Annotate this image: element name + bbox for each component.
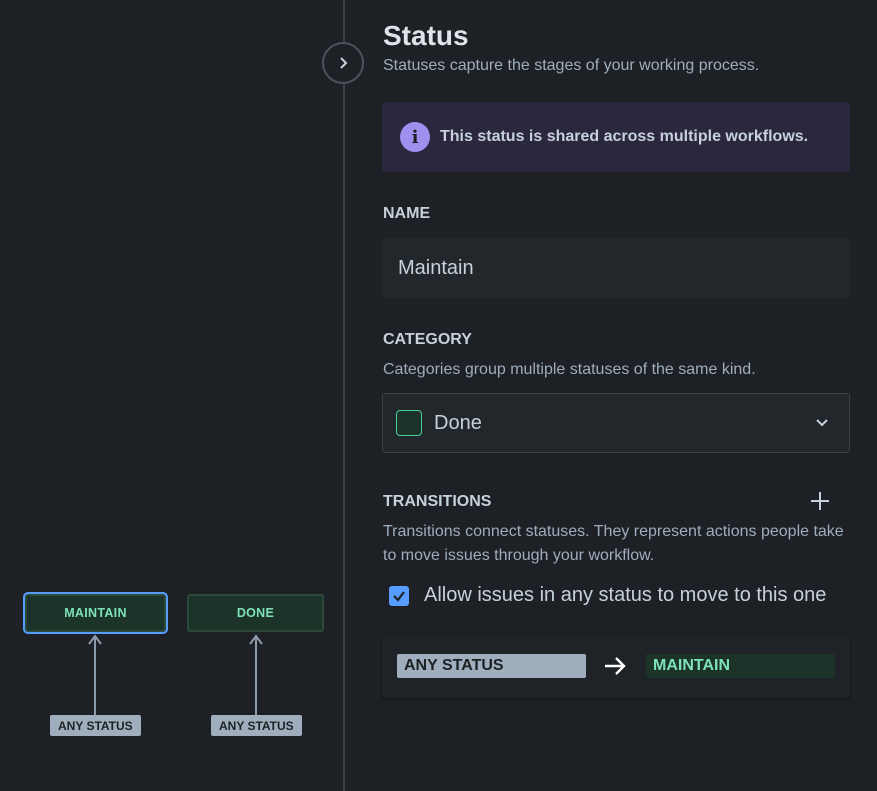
category-select[interactable]: Done: [382, 393, 850, 453]
chevron-right-icon: [340, 57, 348, 69]
status-node-done[interactable]: DONE: [187, 594, 324, 632]
transitions-label: TRANSITIONS: [383, 493, 492, 510]
category-label: CATEGORY: [383, 331, 472, 348]
transition-item[interactable]: ANY STATUS MAINTAIN: [382, 634, 850, 698]
allow-any-status-checkbox[interactable]: [389, 585, 409, 606]
chevron-down-icon: [816, 419, 828, 427]
shared-status-banner: i This status is shared across multiple …: [382, 102, 850, 172]
info-icon: i: [400, 122, 430, 152]
allow-any-status-option[interactable]: Allow issues in any status to move to th…: [389, 584, 826, 607]
transition-arrow-icon: [249, 634, 263, 716]
arrow-right-icon: [605, 657, 626, 675]
name-label: NAME: [383, 205, 431, 222]
transition-arrow-icon: [88, 634, 102, 716]
any-status-tag[interactable]: ANY STATUS: [211, 715, 302, 736]
status-node-label: MAINTAIN: [64, 606, 127, 620]
banner-message: This status is shared across multiple wo…: [440, 128, 809, 145]
collapse-panel-button[interactable]: [322, 42, 364, 84]
allow-any-status-label: Allow issues in any status to move to th…: [424, 584, 827, 606]
transitions-description-line: to move issues through your workflow.: [383, 547, 655, 564]
any-status-tag[interactable]: ANY STATUS: [50, 715, 141, 736]
status-details-panel: Status Statuses capture the stages of yo…: [345, 0, 877, 791]
workflow-canvas[interactable]: MAINTAIN DONE ANY STATUS ANY STATUS: [0, 0, 344, 791]
plus-icon[interactable]: [807, 488, 833, 514]
category-selected-value: Done: [434, 411, 482, 434]
category-description: Categories group multiple statuses of th…: [383, 361, 756, 378]
status-node-maintain[interactable]: MAINTAIN: [25, 594, 166, 632]
transitions-description: Transitions connect statuses. They repre…: [383, 520, 844, 568]
status-node-label: DONE: [236, 606, 275, 620]
transition-to-status: MAINTAIN: [646, 654, 835, 678]
status-name-input[interactable]: Maintain: [382, 238, 850, 298]
checkmark-icon: [393, 590, 405, 602]
category-color-swatch: [396, 410, 422, 436]
transitions-description-line: Transitions connect statuses. They repre…: [383, 523, 844, 540]
any-status-tag-label: ANY STATUS: [58, 718, 133, 733]
panel-subtitle: Statuses capture the stages of your work…: [383, 57, 760, 74]
panel-title: Status: [383, 20, 469, 51]
any-status-tag-label: ANY STATUS: [219, 718, 294, 733]
transition-from-status: ANY STATUS: [397, 654, 586, 678]
